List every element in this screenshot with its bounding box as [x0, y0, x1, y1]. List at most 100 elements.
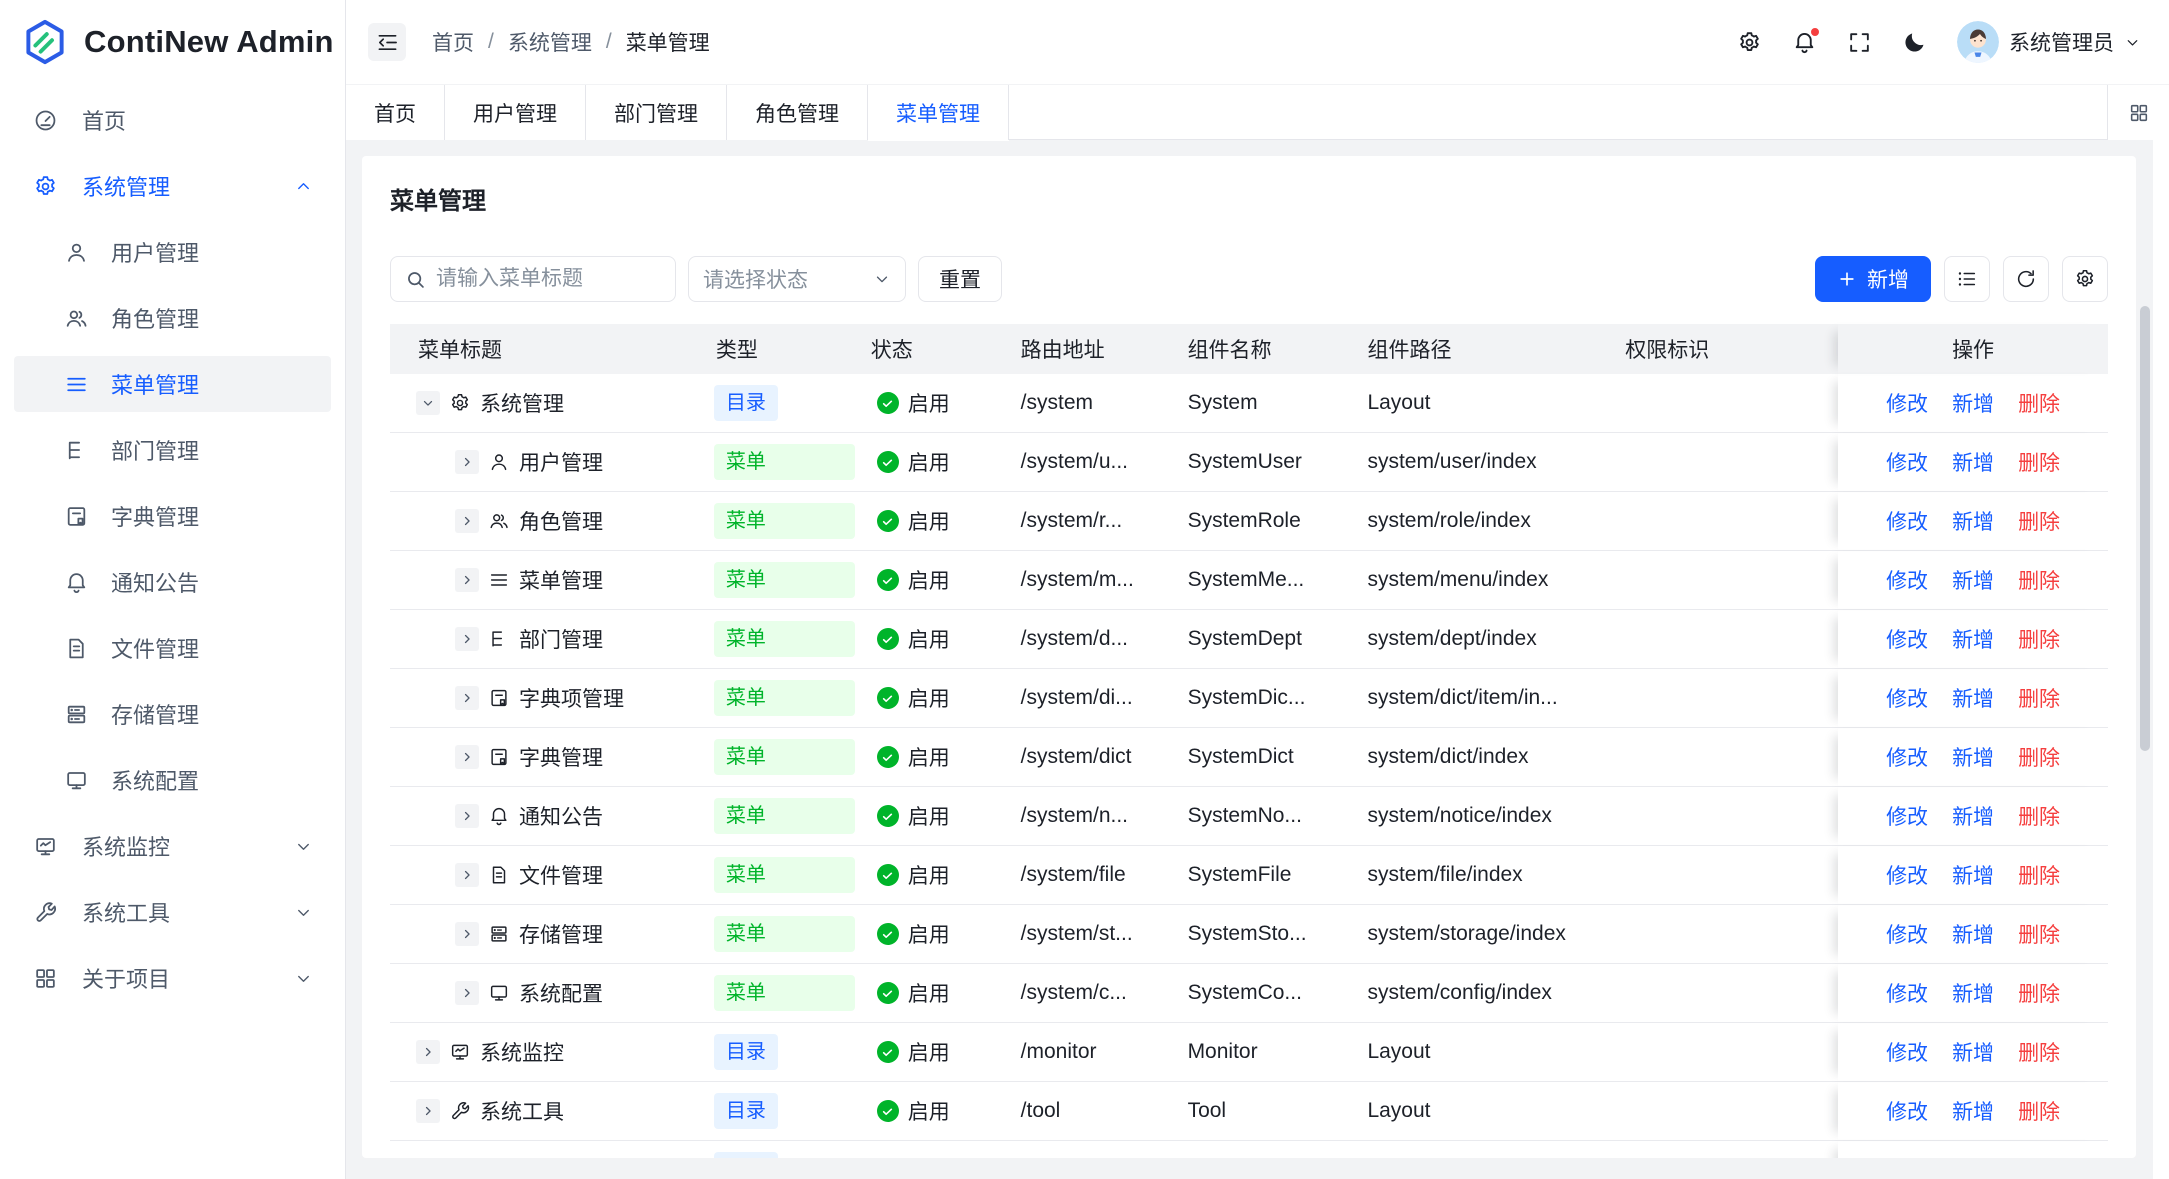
dark-mode-moon-icon[interactable]	[1902, 30, 1927, 55]
add-link[interactable]: 新增	[1952, 1037, 1994, 1067]
expand-row-button[interactable]	[455, 981, 479, 1005]
add-link[interactable]: 新增	[1952, 388, 1994, 418]
expand-row-button[interactable]	[416, 1040, 440, 1064]
sidebar-item-tool[interactable]: 系统工具	[14, 884, 331, 940]
sidebar-item-dict[interactable]: 字典管理	[14, 488, 331, 544]
breadcrumb-item[interactable]: 菜单管理	[626, 27, 710, 57]
search-box	[390, 256, 676, 302]
sidebar-item-notice[interactable]: 通知公告	[14, 554, 331, 610]
add-link[interactable]: 新增	[1952, 565, 1994, 595]
add-link[interactable]: 新增	[1952, 1096, 1994, 1126]
edit-link[interactable]: 修改	[1886, 683, 1928, 713]
users-icon	[64, 306, 89, 331]
user-menu[interactable]: 系统管理员	[1957, 21, 2141, 63]
refresh-button[interactable]	[2003, 256, 2049, 302]
fullscreen-icon[interactable]	[1847, 30, 1872, 55]
expand-row-button[interactable]	[455, 450, 479, 474]
delete-link[interactable]: 删除	[2018, 506, 2060, 536]
edit-link[interactable]: 修改	[1886, 565, 1928, 595]
expand-row-button[interactable]	[455, 804, 479, 828]
status-select-placeholder: 请选择状态	[703, 264, 873, 294]
expand-row-button[interactable]	[455, 863, 479, 887]
add-button[interactable]: 新增	[1815, 256, 1931, 302]
content-area: 菜单管理 请选择状态 重置 新增	[346, 140, 2169, 1179]
expand-row-button[interactable]	[455, 922, 479, 946]
tab-role[interactable]: 角色管理	[727, 85, 868, 140]
cell-component-name: SystemDict	[1172, 728, 1352, 786]
expand-row-button[interactable]	[455, 745, 479, 769]
delete-link[interactable]: 删除	[2018, 565, 2060, 595]
edit-link[interactable]: 修改	[1886, 624, 1928, 654]
sidebar-item-user[interactable]: 用户管理	[14, 224, 331, 280]
add-link[interactable]: 新增	[1952, 978, 1994, 1008]
tab-user[interactable]: 用户管理	[445, 85, 586, 140]
collapse-sidebar-button[interactable]	[368, 23, 406, 61]
breadcrumb-item[interactable]: 首页	[432, 27, 474, 57]
sidebar-item-system[interactable]: 系统管理	[14, 158, 331, 214]
tab-dept[interactable]: 部门管理	[586, 85, 727, 140]
delete-link[interactable]: 删除	[2018, 978, 2060, 1008]
expand-row-button[interactable]	[416, 1099, 440, 1123]
expand-row-button[interactable]	[455, 686, 479, 710]
tab-menu[interactable]: 菜单管理	[868, 85, 1009, 140]
sidebar-item-menu[interactable]: 菜单管理	[14, 356, 331, 412]
sidebar-item-storage[interactable]: 存储管理	[14, 686, 331, 742]
delete-link[interactable]: 删除	[2018, 860, 2060, 890]
notifications-bell-icon[interactable]	[1792, 30, 1817, 55]
sidebar-item-config[interactable]: 系统配置	[14, 752, 331, 808]
add-link[interactable]: 新增	[1952, 624, 1994, 654]
expand-row-button[interactable]	[455, 509, 479, 533]
add-link[interactable]: 新增	[1952, 506, 1994, 536]
add-link[interactable]: 新增	[1952, 742, 1994, 772]
edit-link[interactable]: 修改	[1886, 1037, 1928, 1067]
sidebar-item-role[interactable]: 角色管理	[14, 290, 331, 346]
delete-link[interactable]: 删除	[2018, 388, 2060, 418]
add-link[interactable]: 新增	[1952, 919, 1994, 949]
expand-collapse-button[interactable]	[416, 391, 440, 415]
logo[interactable]: ContiNew Admin	[0, 0, 345, 84]
edit-link[interactable]: 修改	[1886, 742, 1928, 772]
cell-permission	[1609, 1082, 1838, 1140]
expand-row-button[interactable]	[455, 568, 479, 592]
edit-link[interactable]: 修改	[1886, 978, 1928, 1008]
vertical-scrollbar-thumb[interactable]	[2140, 306, 2150, 751]
sidebar-item-about[interactable]: 关于项目	[14, 950, 331, 1006]
delete-link[interactable]: 删除	[2018, 742, 2060, 772]
tab-list-button[interactable]	[2107, 85, 2169, 140]
edit-link[interactable]: 修改	[1886, 447, 1928, 477]
delete-link[interactable]: 删除	[2018, 447, 2060, 477]
delete-link[interactable]: 删除	[2018, 1096, 2060, 1126]
edit-link[interactable]: 修改	[1886, 801, 1928, 831]
breadcrumb-item[interactable]: 系统管理	[508, 27, 592, 57]
expand-row-button[interactable]	[455, 627, 479, 651]
chevron-right-icon	[421, 1104, 435, 1118]
sidebar-item-file[interactable]: 文件管理	[14, 620, 331, 676]
edit-link[interactable]: 修改	[1886, 860, 1928, 890]
bell-icon	[488, 805, 510, 827]
cell-permission	[1609, 1023, 1838, 1081]
cell-route: /system/d...	[1005, 610, 1172, 668]
edit-link[interactable]: 修改	[1886, 506, 1928, 536]
reset-button[interactable]: 重置	[918, 256, 1002, 302]
add-link[interactable]: 新增	[1952, 447, 1994, 477]
sidebar-item-dept[interactable]: 部门管理	[14, 422, 331, 478]
sidebar-item-monitor[interactable]: 系统监控	[14, 818, 331, 874]
edit-link[interactable]: 修改	[1886, 1096, 1928, 1126]
sidebar-item-home[interactable]: 首页	[14, 92, 331, 148]
delete-link[interactable]: 删除	[2018, 683, 2060, 713]
delete-link[interactable]: 删除	[2018, 919, 2060, 949]
tab-home[interactable]: 首页	[346, 85, 445, 140]
delete-link[interactable]: 删除	[2018, 801, 2060, 831]
search-input[interactable]	[436, 267, 661, 291]
add-link[interactable]: 新增	[1952, 683, 1994, 713]
table-settings-button[interactable]	[2062, 256, 2108, 302]
list-view-button[interactable]	[1944, 256, 1990, 302]
edit-link[interactable]: 修改	[1886, 388, 1928, 418]
settings-icon[interactable]	[1737, 30, 1762, 55]
delete-link[interactable]: 删除	[2018, 1037, 2060, 1067]
add-link[interactable]: 新增	[1952, 801, 1994, 831]
edit-link[interactable]: 修改	[1886, 919, 1928, 949]
delete-link[interactable]: 删除	[2018, 624, 2060, 654]
add-link[interactable]: 新增	[1952, 860, 1994, 890]
status-select[interactable]: 请选择状态	[688, 256, 906, 302]
